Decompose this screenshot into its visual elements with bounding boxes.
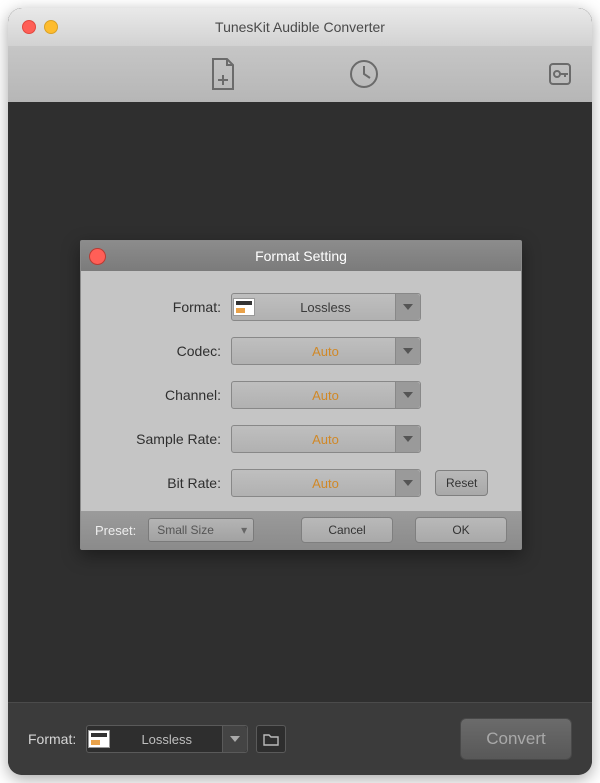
format-select[interactable]: Lossless: [231, 293, 421, 321]
convert-button[interactable]: Convert: [460, 718, 572, 760]
app-window: TunesKit Audible Converter F: [8, 8, 592, 775]
ok-button[interactable]: OK: [415, 517, 507, 543]
chevron-down-icon: [222, 726, 247, 752]
chevron-down-icon: [395, 338, 420, 364]
chevron-down-icon: [395, 470, 420, 496]
samplerate-select[interactable]: Auto: [231, 425, 421, 453]
chevron-down-icon: ▾: [235, 523, 253, 537]
app-title: TunesKit Audible Converter: [8, 19, 592, 35]
row-codec: Codec: Auto: [101, 329, 501, 373]
samplerate-label: Sample Rate:: [101, 431, 221, 447]
bottom-format-value: Lossless: [111, 732, 222, 747]
chevron-down-icon: [395, 294, 420, 320]
channel-value: Auto: [256, 388, 395, 403]
bitrate-select[interactable]: Auto: [231, 469, 421, 497]
row-samplerate: Sample Rate: Auto: [101, 417, 501, 461]
codec-label: Codec:: [101, 343, 221, 359]
add-file-icon[interactable]: [208, 57, 238, 91]
lossless-icon: [87, 726, 111, 752]
output-folder-button[interactable]: [256, 725, 286, 753]
format-setting-dialog: Format Setting Format: Lossless Codec: A…: [80, 240, 522, 550]
preset-value: Small Size: [149, 523, 235, 537]
titlebar: TunesKit Audible Converter: [8, 8, 592, 46]
key-icon[interactable]: [548, 62, 572, 86]
dialog-titlebar: Format Setting: [81, 241, 521, 271]
close-icon[interactable]: [89, 248, 106, 265]
chevron-down-icon: [395, 382, 420, 408]
channel-label: Channel:: [101, 387, 221, 403]
preset-label: Preset:: [95, 523, 136, 538]
dialog-title: Format Setting: [255, 248, 347, 264]
lossless-icon: [232, 294, 256, 320]
bottom-format-select[interactable]: Lossless: [86, 725, 248, 753]
toolbar: [8, 46, 592, 103]
bottom-bar: Format: Lossless Convert: [8, 702, 592, 775]
dialog-body: Format: Lossless Codec: Auto: [81, 271, 521, 511]
history-icon[interactable]: [348, 58, 380, 90]
row-bitrate: Bit Rate: Auto Reset: [101, 461, 501, 505]
channel-select[interactable]: Auto: [231, 381, 421, 409]
bitrate-label: Bit Rate:: [101, 475, 221, 491]
format-value: Lossless: [256, 300, 395, 315]
bottom-format-label: Format:: [28, 731, 76, 747]
reset-button[interactable]: Reset: [435, 470, 488, 496]
codec-select[interactable]: Auto: [231, 337, 421, 365]
samplerate-value: Auto: [256, 432, 395, 447]
preset-select[interactable]: Small Size ▾: [148, 518, 254, 542]
dialog-footer: Preset: Small Size ▾ Cancel OK: [81, 511, 521, 549]
row-format: Format: Lossless: [101, 285, 501, 329]
format-label: Format:: [101, 299, 221, 315]
cancel-button[interactable]: Cancel: [301, 517, 393, 543]
row-channel: Channel: Auto: [101, 373, 501, 417]
codec-value: Auto: [256, 344, 395, 359]
bitrate-value: Auto: [256, 476, 395, 491]
chevron-down-icon: [395, 426, 420, 452]
